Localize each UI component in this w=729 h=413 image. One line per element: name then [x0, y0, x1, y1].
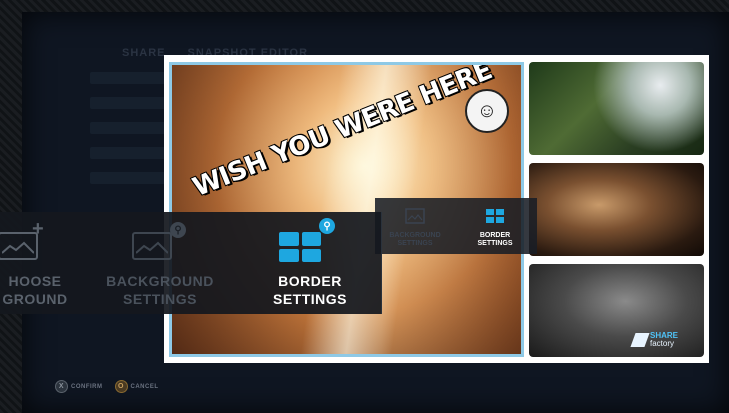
cancel-label: CANCEL — [130, 383, 159, 390]
background-picture-icon — [132, 232, 172, 260]
share-factory-logo-icon — [630, 333, 650, 347]
confirm-label: CONFIRM — [71, 383, 103, 390]
small-border-label-1: BORDER — [479, 232, 511, 239]
bg-settings-label-2: SETTINGS — [122, 291, 197, 307]
cancel-hint[interactable]: O CANCEL — [114, 380, 159, 393]
border-settings-label: BORDER SETTINGS — [245, 272, 375, 308]
choose-background-button[interactable]: + HOOSE GROUND — [0, 212, 100, 314]
border-settings-label-2: SETTINGS — [272, 291, 347, 307]
magnifier-icon: ⚲ — [170, 222, 186, 238]
small-border-settings-label: BORDER SETTINGS — [455, 232, 535, 248]
main-toolbar: + HOOSE GROUND ⚲ BACKGROUND SETTINGS ⚲ B… — [0, 212, 382, 314]
plus-icon: + — [32, 218, 44, 240]
watermark-text: SHARE factory — [650, 332, 678, 348]
choose-bg-label-2: GROUND — [2, 291, 68, 307]
background-menu-item — [90, 172, 170, 184]
border-grid-icon — [279, 232, 321, 262]
cross-button-icon: X — [55, 380, 68, 393]
small-border-label-2: SETTINGS — [477, 240, 513, 247]
background-menu-item — [90, 97, 170, 109]
side-photo-jungle[interactable] — [529, 62, 704, 155]
small-background-settings-label: BACKGROUND SETTINGS — [375, 232, 455, 248]
wrench-icon: ⚲ — [319, 218, 335, 234]
background-settings-label: BACKGROUND SETTINGS — [100, 272, 220, 308]
bg-settings-label-1: BACKGROUND — [106, 273, 214, 289]
header-share-text: SHARE — [122, 47, 166, 59]
border-settings-label-1: BORDER — [278, 273, 342, 289]
background-menu-item — [90, 72, 170, 84]
confirm-hint[interactable]: X CONFIRM — [55, 380, 103, 393]
border-grid-icon — [486, 209, 504, 223]
small-bg-label-2: SETTINGS — [397, 240, 433, 247]
background-menu-item — [90, 122, 170, 134]
side-photo-ruins[interactable] — [529, 163, 704, 256]
controller-hints: X CONFIRM O CANCEL — [55, 380, 159, 393]
background-menu-item — [90, 147, 170, 159]
share-factory-watermark: SHARE factory — [630, 332, 678, 348]
circle-button-icon: O — [114, 380, 128, 393]
small-background-settings-button: BACKGROUND SETTINGS — [375, 198, 455, 254]
border-settings-button[interactable]: ⚲ BORDER SETTINGS — [245, 212, 375, 314]
picture-icon — [405, 208, 425, 224]
background-menu-list — [90, 72, 170, 197]
background-settings-button: ⚲ BACKGROUND SETTINGS — [100, 212, 220, 314]
small-border-settings-button[interactable]: BORDER SETTINGS — [455, 198, 535, 254]
small-bg-label-1: BACKGROUND — [389, 232, 441, 239]
choose-bg-label-1: HOOSE — [8, 273, 62, 289]
troll-face-sticker[interactable]: ☺ — [465, 89, 509, 133]
choose-background-label: HOOSE GROUND — [0, 272, 100, 308]
watermark-sub: factory — [650, 339, 675, 348]
background-toolbar: BACKGROUND SETTINGS BORDER SETTINGS — [375, 198, 537, 254]
